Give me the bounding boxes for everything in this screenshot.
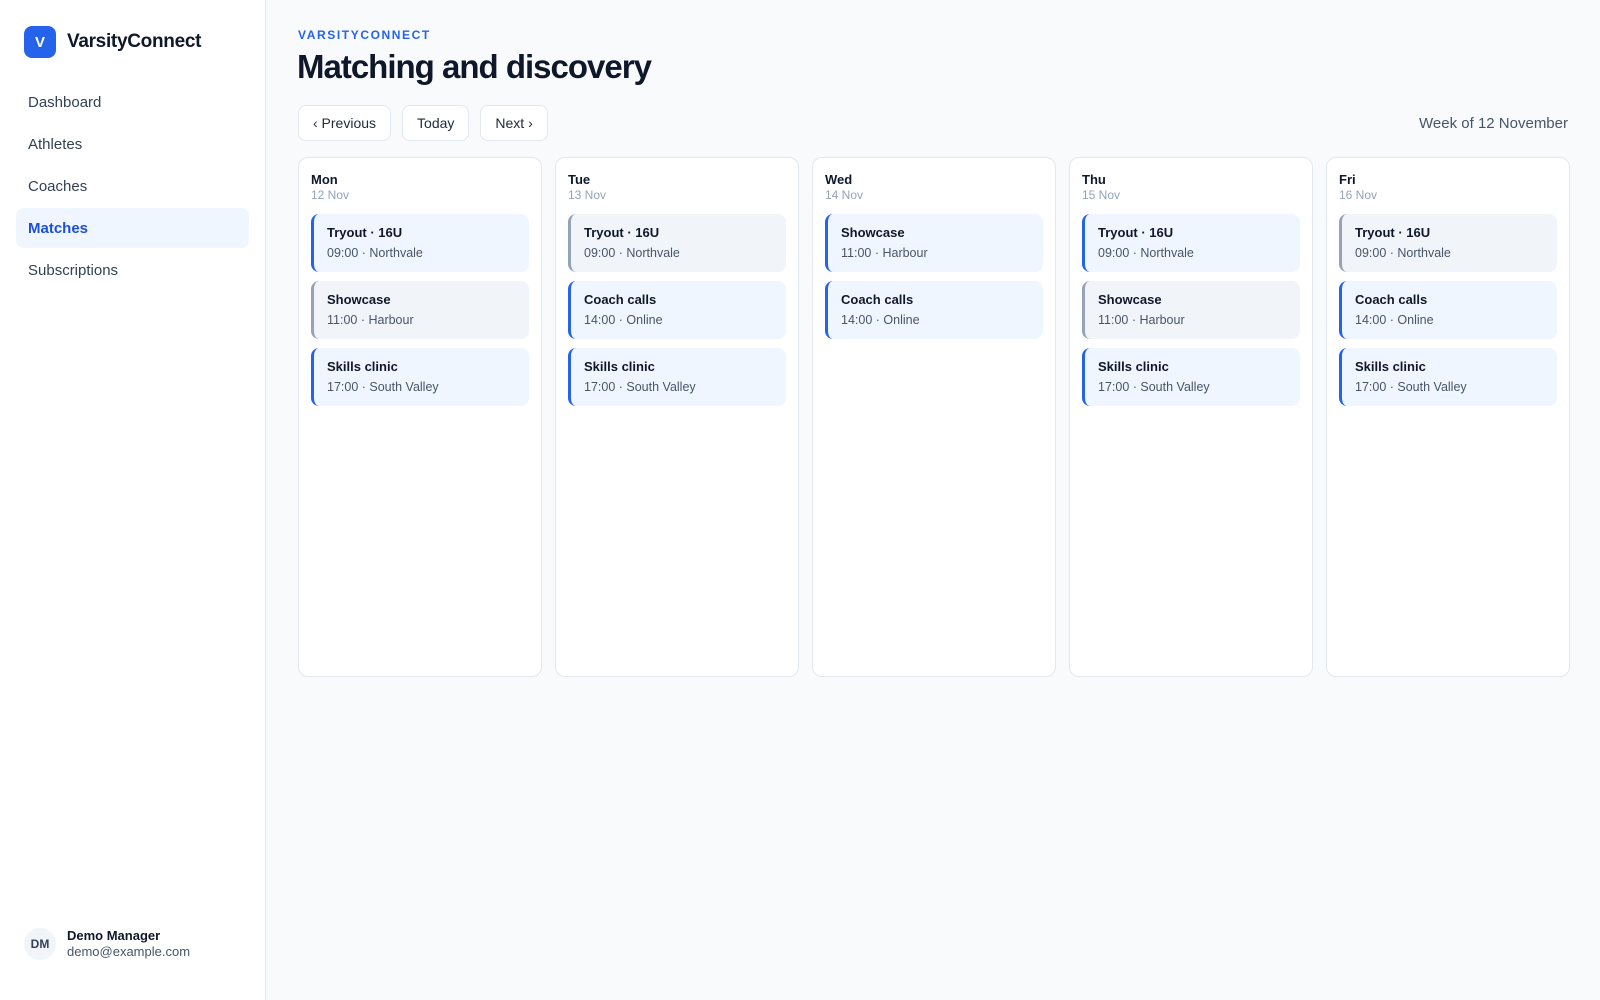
avatar: DM bbox=[24, 928, 56, 960]
brand[interactable]: V VarsityConnect bbox=[24, 26, 201, 58]
event-title: Tryout · 16U bbox=[1355, 225, 1431, 240]
day-column-wed: Wed 14 Nov Showcase 11:00 · Harbour Coac… bbox=[812, 157, 1056, 677]
event-card[interactable]: Coach calls 14:00 · Online bbox=[1339, 281, 1557, 339]
event-title: Tryout · 16U bbox=[327, 225, 403, 240]
event-meta: 11:00 · Harbour bbox=[327, 313, 414, 327]
user-name: Demo Manager bbox=[67, 928, 161, 943]
day-column-fri: Fri 16 Nov Tryout · 16U 09:00 · Northval… bbox=[1326, 157, 1570, 677]
user-email: demo@example.com bbox=[67, 944, 191, 959]
event-title: Skills clinic bbox=[327, 359, 398, 374]
event-card[interactable]: Skills clinic 17:00 · South Valley bbox=[311, 348, 529, 406]
event-meta: 09:00 · Northvale bbox=[1355, 246, 1451, 260]
sidebar-item-matches[interactable]: Matches bbox=[16, 208, 249, 248]
day-column-thu: Thu 15 Nov Tryout · 16U 09:00 · Northval… bbox=[1069, 157, 1313, 677]
week-calendar: Mon 12 Nov Tryout · 16U 09:00 · Northval… bbox=[298, 157, 1570, 677]
day-name: Mon bbox=[311, 172, 338, 187]
event-meta: 17:00 · South Valley bbox=[1098, 380, 1210, 394]
sidebar-item-athletes[interactable]: Athletes bbox=[16, 124, 249, 164]
event-meta: 11:00 · Harbour bbox=[841, 246, 928, 260]
sidebar-nav: Dashboard Athletes Coaches Matches Subsc… bbox=[16, 82, 249, 292]
sidebar-item-dashboard[interactable]: Dashboard bbox=[16, 82, 249, 122]
event-meta: 14:00 · Online bbox=[1355, 313, 1434, 327]
event-title: Showcase bbox=[841, 225, 905, 240]
day-name: Wed bbox=[825, 172, 853, 187]
event-meta: 11:00 · Harbour bbox=[1098, 313, 1185, 327]
event-meta: 14:00 · Online bbox=[584, 313, 663, 327]
week-label: Week of 12 November bbox=[1419, 115, 1568, 132]
event-card[interactable]: Showcase 11:00 · Harbour bbox=[1082, 281, 1300, 339]
week-toolbar: ‹ Previous Today Next › bbox=[298, 105, 548, 141]
event-card[interactable]: Skills clinic 17:00 · South Valley bbox=[1082, 348, 1300, 406]
event-card[interactable]: Showcase 11:00 · Harbour bbox=[311, 281, 529, 339]
event-meta: 14:00 · Online bbox=[841, 313, 920, 327]
day-name: Thu bbox=[1082, 172, 1106, 187]
day-column-mon: Mon 12 Nov Tryout · 16U 09:00 · Northval… bbox=[298, 157, 542, 677]
user-profile[interactable]: DM Demo Manager demo@example.com bbox=[24, 928, 190, 960]
event-meta: 09:00 · Northvale bbox=[327, 246, 423, 260]
event-meta: 09:00 · Northvale bbox=[1098, 246, 1194, 260]
event-card[interactable]: Coach calls 14:00 · Online bbox=[825, 281, 1043, 339]
brand-logo: V bbox=[24, 26, 56, 58]
event-title: Skills clinic bbox=[584, 359, 655, 374]
event-card[interactable]: Tryout · 16U 09:00 · Northvale bbox=[311, 214, 529, 272]
day-date: 14 Nov bbox=[825, 188, 864, 202]
sidebar: V VarsityConnect Dashboard Athletes Coac… bbox=[0, 0, 266, 1000]
page-eyebrow: VARSITYCONNECT bbox=[298, 28, 431, 42]
event-meta: 09:00 · Northvale bbox=[584, 246, 680, 260]
event-title: Coach calls bbox=[1355, 292, 1428, 307]
page-title: Matching and discovery bbox=[297, 48, 652, 85]
event-meta: 17:00 · South Valley bbox=[1355, 380, 1467, 394]
event-card[interactable]: Tryout · 16U 09:00 · Northvale bbox=[1339, 214, 1557, 272]
day-name: Fri bbox=[1339, 172, 1356, 187]
brand-name: VarsityConnect bbox=[67, 31, 202, 52]
event-card[interactable]: Skills clinic 17:00 · South Valley bbox=[568, 348, 786, 406]
sidebar-item-subscriptions[interactable]: Subscriptions bbox=[16, 250, 249, 290]
event-title: Skills clinic bbox=[1098, 359, 1169, 374]
event-title: Showcase bbox=[1098, 292, 1162, 307]
event-title: Coach calls bbox=[584, 292, 657, 307]
event-title: Tryout · 16U bbox=[1098, 225, 1174, 240]
event-title: Showcase bbox=[327, 292, 391, 307]
sidebar-item-coaches[interactable]: Coaches bbox=[16, 166, 249, 206]
event-title: Skills clinic bbox=[1355, 359, 1426, 374]
user-info: Demo Manager demo@example.com bbox=[67, 928, 190, 960]
previous-week-button[interactable]: ‹ Previous bbox=[298, 105, 392, 141]
day-date: 16 Nov bbox=[1339, 188, 1378, 202]
event-meta: 17:00 · South Valley bbox=[584, 380, 696, 394]
event-card[interactable]: Tryout · 16U 09:00 · Northvale bbox=[1082, 214, 1300, 272]
next-week-button[interactable]: Next › bbox=[480, 105, 548, 141]
day-date: 13 Nov bbox=[568, 188, 607, 202]
event-card[interactable]: Tryout · 16U 09:00 · Northvale bbox=[568, 214, 786, 272]
event-meta: 17:00 · South Valley bbox=[327, 380, 439, 394]
today-button[interactable]: Today bbox=[402, 105, 470, 141]
event-card[interactable]: Showcase 11:00 · Harbour bbox=[825, 214, 1043, 272]
event-title: Coach calls bbox=[841, 292, 914, 307]
day-date: 15 Nov bbox=[1082, 188, 1121, 202]
event-card[interactable]: Coach calls 14:00 · Online bbox=[568, 281, 786, 339]
day-column-tue: Tue 13 Nov Tryout · 16U 09:00 · Northval… bbox=[555, 157, 799, 677]
event-title: Tryout · 16U bbox=[584, 225, 660, 240]
day-date: 12 Nov bbox=[311, 188, 350, 202]
day-name: Tue bbox=[568, 172, 591, 187]
event-card[interactable]: Skills clinic 17:00 · South Valley bbox=[1339, 348, 1557, 406]
